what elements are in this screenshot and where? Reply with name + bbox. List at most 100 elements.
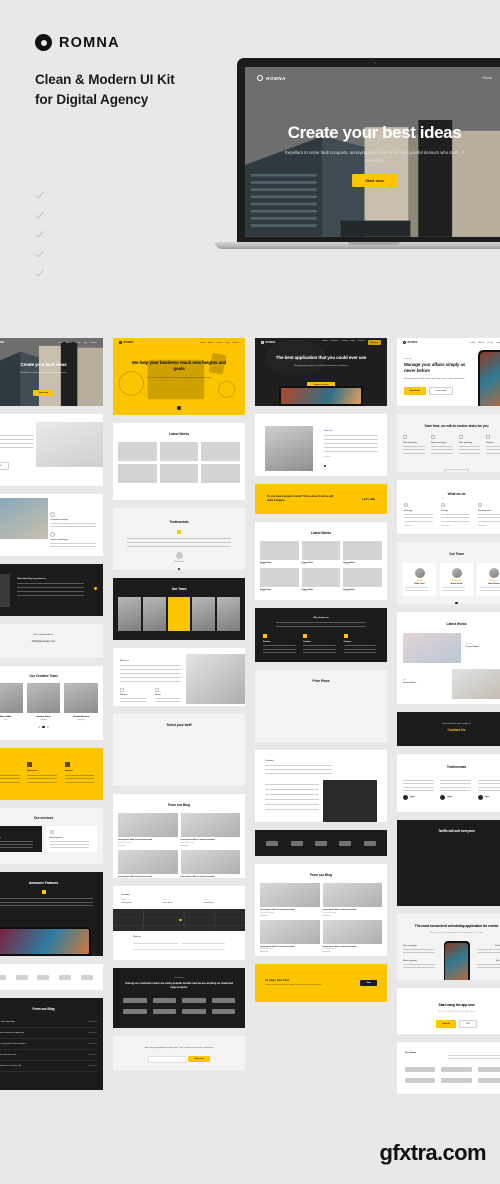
blog-list-item[interactable]: Proin euismod arcu nec luctus elit Read m… (0, 1061, 97, 1072)
subscribe-cta[interactable]: Still using spreadsheets right now? Let … (113, 1036, 245, 1070)
blog-list-item[interactable]: Quisque et accumsan sit lorem tempus Read… (0, 1039, 97, 1050)
work-item[interactable]: Project Name Category (301, 568, 341, 592)
scheduling-app-feature[interactable]: The most convenient scheduling applicati… (397, 914, 500, 980)
blog-card[interactable]: Lorem ipsum dolor sit amet consecteturNu… (180, 849, 240, 878)
start-button[interactable]: Start now (188, 1056, 210, 1063)
feature-link[interactable]: Learn more (404, 525, 435, 527)
work-item[interactable]: Project Name Category (260, 568, 299, 592)
latest-works-alternating[interactable]: Latest Works Branding Project Name → Web Proj… (397, 612, 500, 704)
email-input[interactable] (148, 1055, 187, 1063)
feature-button[interactable]: Learn more (444, 468, 469, 472)
blog-card[interactable]: Lorem ipsum dolor sit amet consecteturNu… (260, 919, 320, 953)
carousel-dots[interactable] (113, 568, 245, 570)
carousel-dots[interactable] (397, 602, 500, 604)
contacts-dark-map[interactable]: Contacts Address Lorem ipsum Phone Lorem ips… (113, 886, 245, 960)
map[interactable] (113, 909, 245, 932)
blog-list-item[interactable]: Dolor sit amet consectetur adipiscing Rea… (0, 1028, 97, 1039)
contact-us-band[interactable]: Do you want to start a project? Contact U… (397, 712, 500, 746)
thumb-cta-button[interactable]: Download (404, 386, 426, 395)
what-we-do[interactable]: What we do Strategy Learn more Design Learn … (397, 480, 500, 534)
yellow-footer-cta[interactable]: 14 days free trial Create an account and … (255, 964, 387, 1002)
features-image-left[interactable]: Innovative design Smart technology (0, 494, 103, 556)
latest-works-captioned[interactable]: Latest Works Project Name Category Project … (255, 522, 387, 600)
our-team-cards[interactable]: Our Team Founder Mike Ford Art Director Anna… (397, 542, 500, 604)
testimonial-light[interactable]: Testimonials Client Name (113, 508, 245, 570)
from-our-blog-grid-2[interactable]: From our Blog Lorem ipsum dolor sit amet … (255, 864, 387, 956)
blog-readmore[interactable]: Read more (323, 952, 383, 953)
blog-readmore[interactable]: Read more (88, 1021, 97, 1023)
person-testimonial[interactable]: Tina Lee Designer (255, 414, 387, 476)
blog-readmore[interactable]: Read more (181, 846, 241, 847)
from-our-blog-dark[interactable]: From our BlogVestibulum and networkingRe… (0, 998, 103, 1090)
partner-logos-dark[interactable] (255, 830, 387, 856)
trusted-brands-dark[interactable]: Our partners Among our customers there ar… (113, 968, 245, 1028)
blog-card[interactable]: Lorem ipsum dolor sit amet consecteturNu… (118, 813, 178, 847)
thumb-secondary-button[interactable]: Learn more (428, 386, 454, 395)
work-item[interactable]: Project Name Category (260, 541, 299, 565)
blog-readmore[interactable]: Read more (88, 1043, 97, 1045)
blog-card[interactable]: Lorem ipsum dolor sit amet consecteturNu… (180, 813, 241, 847)
email-input[interactable] (180, 941, 225, 945)
carousel-dots[interactable] (0, 725, 103, 728)
our-services[interactable]: Our servicesDesignDevelopment (0, 808, 103, 864)
hero-dark-photo[interactable]: ROMNA HomeAboutWorksBlogContact Create you… (0, 338, 103, 406)
about-with-laptop[interactable]: About us Mission Vision (113, 648, 245, 706)
awesome-features-dark[interactable]: Awesome Features (0, 872, 103, 956)
about-image-right[interactable]: About us More (0, 414, 103, 486)
name-input[interactable] (133, 941, 178, 945)
blog-readmore[interactable]: Read more (88, 1065, 97, 1067)
work-item[interactable]: Project Name Category (343, 541, 382, 565)
carousel-dots[interactable] (323, 464, 327, 467)
feature-link[interactable]: Learn more (478, 525, 500, 527)
blog-readmore[interactable]: Read more (260, 952, 320, 953)
our-team-dark[interactable]: Our Team (113, 578, 245, 640)
latest-works-grid[interactable]: Latest Works (113, 423, 245, 500)
work-link[interactable]: → (466, 651, 500, 653)
contact-form-card[interactable]: Contacts (255, 750, 387, 822)
thumb-cta-button[interactable]: Start now (32, 390, 55, 397)
blog-readmore[interactable]: Read more (323, 916, 383, 917)
cta-button[interactable]: Start (360, 980, 377, 986)
start-using-app[interactable]: Start using the app now Get it on Google … (397, 988, 500, 1034)
save-time-features[interactable]: Save time, we will do routine tasks for … (397, 414, 500, 472)
blog-card[interactable]: Lorem ipsum dolor sit amet consecteturNu… (260, 883, 320, 917)
from-our-blog-grid[interactable]: From our Blog Lorem ipsum dolor sit amet … (113, 794, 245, 878)
service-card-active[interactable]: Design (0, 826, 42, 852)
hero-phone-mockup[interactable]: ROMNA HomeAboutPricingBlogContact New app M… (397, 338, 500, 406)
ios-button[interactable]: iOS (459, 1020, 477, 1029)
thumb-button[interactable]: More (0, 462, 9, 470)
testimonials-three-col[interactable]: Testimonials Client CEO Client CEO Client CEO (397, 754, 500, 812)
creative-team[interactable]: Our Creative Team Steve Allen CEO George St… (0, 666, 103, 740)
blog-list-item[interactable]: Vestibulum and networking Read more (0, 1017, 97, 1028)
client-logo-strip[interactable] (0, 964, 103, 990)
blog-readmore[interactable]: Read more (118, 846, 178, 847)
pricing-three-tier[interactable]: Select your tariff (113, 714, 245, 786)
yellow-cta-strip[interactable]: Do you have a project in mind? Tell us a… (255, 484, 387, 514)
pricing-four-tier[interactable]: Price Plans (255, 670, 387, 742)
strip-button[interactable]: Let's talk (362, 497, 375, 501)
service-card[interactable]: Development (45, 826, 97, 852)
blog-card[interactable]: Lorem ipsum dolor sit amet consecteturNu… (118, 849, 178, 878)
message-input[interactable] (133, 947, 225, 951)
band-button[interactable]: Contact Us (397, 728, 500, 732)
pricing-dark-table[interactable]: Tariffs will suit everyone (397, 820, 500, 906)
work-link[interactable]: → (403, 687, 447, 689)
blog-readmore[interactable]: Read more (88, 1054, 97, 1056)
blog-readmore[interactable]: Read more (260, 916, 320, 917)
hero-dark-app[interactable]: ROMNA Home Features Pricing Blog Contact Get a… (255, 338, 387, 406)
our-clients-logos[interactable]: Our Clients (397, 1042, 500, 1094)
feature-link[interactable]: Learn more (441, 525, 472, 527)
blog-list-item[interactable]: Donec laoreet ultrices luctus Read more (0, 1050, 97, 1061)
testimonial-dark[interactable]: Read what they say about us (0, 564, 103, 616)
yellow-feature-band[interactable]: Fast work Best price Support (0, 748, 103, 800)
dark-feature-columns[interactable]: Why choose us Feature Feature Feature (255, 608, 387, 662)
carousel-dots[interactable] (0, 911, 103, 914)
blog-card[interactable]: Lorem ipsum dolor sit amet consecteturNu… (322, 919, 383, 953)
android-button[interactable]: Android (436, 1020, 457, 1029)
blog-card[interactable]: Lorem ipsum dolor sit amet consecteturNu… (322, 883, 383, 917)
work-item[interactable]: Project Name Category (343, 568, 382, 592)
hero-yellow-desk[interactable]: ROMNA Home About Works Blog Contact We help yo… (113, 338, 245, 415)
blog-readmore[interactable]: Read more (88, 1032, 97, 1034)
work-item[interactable]: Project Name Category (301, 541, 341, 565)
newsletter-light[interactable]: Get in touch with us hello@example.com (0, 624, 103, 658)
